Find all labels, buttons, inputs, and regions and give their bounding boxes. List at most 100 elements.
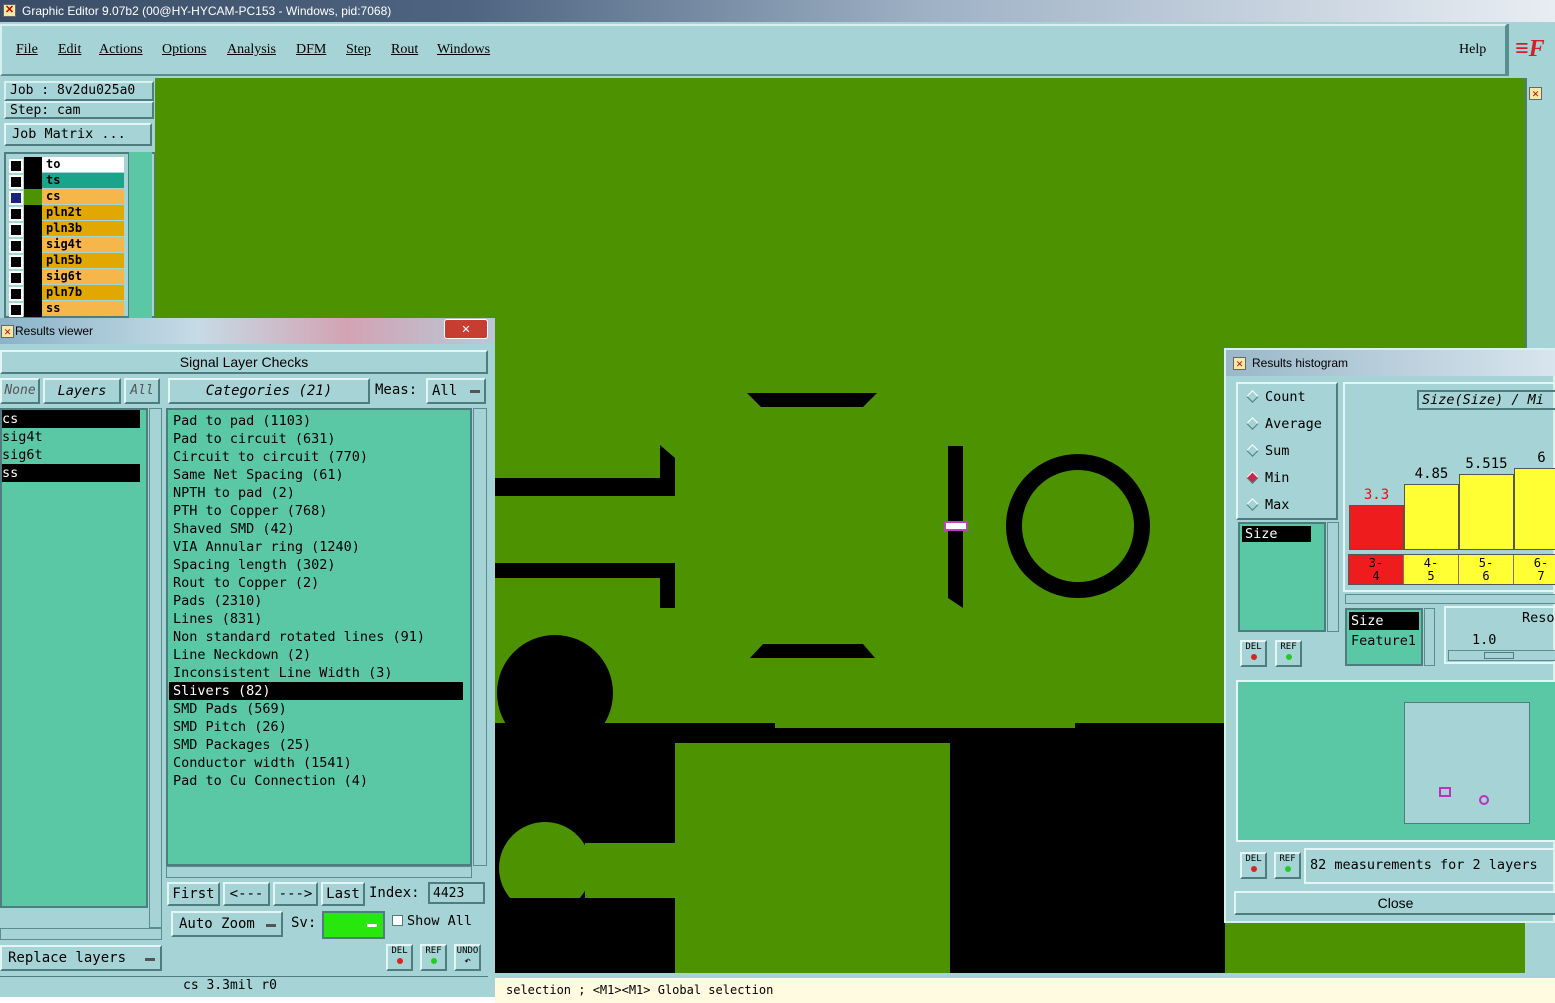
mode-radio-average[interactable]: Average	[1238, 411, 1336, 438]
layer-row[interactable]: pln3b	[6, 221, 124, 237]
meas-dropdown[interactable]: All	[426, 378, 486, 404]
preview-map[interactable]	[1404, 702, 1530, 824]
layer-checkbox[interactable]	[9, 303, 23, 317]
size-list-item[interactable]: Size	[1349, 612, 1419, 630]
slider-thumb[interactable]	[1484, 652, 1514, 659]
field-list-scrollbar[interactable]	[1327, 522, 1339, 632]
category-item[interactable]: SMD Pitch (26)	[169, 718, 463, 736]
category-item[interactable]: Conductor width (1541)	[169, 754, 463, 772]
ref-button[interactable]: REF	[420, 944, 447, 971]
next-button[interactable]: --->	[273, 882, 318, 906]
histogram-bar[interactable]	[1514, 468, 1555, 550]
bin-label[interactable]: 6- 7	[1514, 555, 1555, 584]
first-button[interactable]: First	[167, 882, 220, 906]
category-item[interactable]: Shaved SMD (42)	[169, 520, 463, 538]
chart-hscrollbar[interactable]	[1345, 594, 1555, 604]
mode-radio-min[interactable]: Min	[1238, 465, 1336, 492]
menu-help[interactable]: Help	[1459, 42, 1486, 58]
menu-edit[interactable]: Edit	[58, 42, 81, 58]
prev-button[interactable]: <---	[223, 882, 270, 906]
categories-hscrollbar[interactable]	[166, 866, 472, 878]
layer-checkbox[interactable]	[9, 255, 23, 269]
category-item[interactable]: Slivers (82)	[169, 682, 463, 700]
ref-button[interactable]: REF	[1275, 640, 1302, 667]
layer-checkbox[interactable]	[9, 271, 23, 285]
categories-button[interactable]: Categories (21)	[168, 378, 370, 404]
menu-file[interactable]: File	[16, 42, 38, 58]
layer-checkbox[interactable]	[9, 191, 23, 205]
layer-row[interactable]: to	[6, 157, 124, 173]
category-item[interactable]: SMD Packages (25)	[169, 736, 463, 754]
categories-list[interactable]: Pad to pad (1103) Pad to circuit (631) Cir…	[166, 408, 472, 866]
categories-scrollbar[interactable]	[473, 408, 487, 866]
bin-label[interactable]: 5- 6	[1459, 555, 1514, 584]
size-list-item[interactable]: Feature1	[1349, 632, 1419, 650]
mode-radio-sum[interactable]: Sum	[1238, 438, 1336, 465]
layer-result-item[interactable]: sig4t	[2, 428, 140, 446]
del-button[interactable]: DEL	[1240, 852, 1267, 879]
layer-row[interactable]: pln7b	[6, 285, 124, 301]
layer-checkbox[interactable]	[9, 287, 23, 301]
layer-checkbox[interactable]	[9, 207, 23, 221]
close-button[interactable]: ✕	[444, 319, 488, 339]
category-item[interactable]: NPTH to pad (2)	[169, 484, 463, 502]
none-button[interactable]: None	[0, 378, 40, 404]
size-feature-list[interactable]: Size Feature1	[1345, 608, 1423, 666]
layer-checkbox[interactable]	[9, 175, 23, 189]
category-item[interactable]: VIA Annular ring (1240)	[169, 538, 463, 556]
category-item[interactable]: Pad to Cu Connection (4)	[169, 772, 463, 790]
menu-analysis[interactable]: Analysis	[227, 42, 276, 58]
layer-list-scrollbar[interactable]	[149, 408, 162, 928]
category-item[interactable]: Line Neckdown (2)	[169, 646, 463, 664]
histogram-bar[interactable]	[1349, 505, 1404, 550]
category-item[interactable]: SMD Pads (569)	[169, 700, 463, 718]
category-item[interactable]: Lines (831)	[169, 610, 463, 628]
category-item[interactable]: Non standard rotated lines (91)	[169, 628, 463, 646]
resolution-slider[interactable]	[1448, 650, 1555, 661]
menu-dfm[interactable]: DFM	[296, 42, 326, 58]
histogram-bar[interactable]	[1459, 474, 1514, 550]
replace-layers-dropdown[interactable]: Replace layers	[0, 945, 162, 971]
sv-color-dropdown[interactable]	[322, 911, 385, 939]
layer-row[interactable]: ts	[6, 173, 124, 189]
layer-checkbox[interactable]	[9, 223, 23, 237]
category-item[interactable]: PTH to Copper (768)	[169, 502, 463, 520]
layer-row[interactable]: ss	[6, 301, 124, 317]
show-all-checkbox[interactable]	[392, 915, 403, 926]
category-item[interactable]: Pad to circuit (631)	[169, 430, 463, 448]
last-button[interactable]: Last	[321, 882, 365, 906]
layer-result-item[interactable]: sig6t	[2, 446, 140, 464]
mode-radio-max[interactable]: Max	[1238, 492, 1336, 519]
menu-actions[interactable]: Actions	[99, 42, 143, 58]
layer-row[interactable]: pln5b	[6, 253, 124, 269]
field-list[interactable]: Size	[1238, 522, 1326, 632]
layer-row[interactable]: sig6t	[6, 269, 124, 285]
category-item[interactable]: Inconsistent Line Width (3)	[169, 664, 463, 682]
layer-result-item[interactable]: cs	[2, 410, 140, 428]
close-button[interactable]: Close	[1234, 891, 1555, 915]
del-button[interactable]: DEL	[386, 944, 413, 971]
layers-button[interactable]: Layers	[43, 378, 121, 404]
layer-results-list[interactable]: cs sig4t sig6t ss	[0, 408, 148, 908]
histogram-bar[interactable]	[1404, 484, 1459, 550]
field-list-item[interactable]: Size	[1242, 526, 1311, 542]
layer-checkbox[interactable]	[9, 159, 23, 173]
bin-label[interactable]: 3- 4	[1349, 555, 1404, 584]
index-input[interactable]	[428, 882, 485, 904]
category-item[interactable]: Circuit to circuit (770)	[169, 448, 463, 466]
menu-rout[interactable]: Rout	[391, 42, 418, 58]
category-item[interactable]: Pads (2310)	[169, 592, 463, 610]
category-item[interactable]: Same Net Spacing (61)	[169, 466, 463, 484]
layer-row[interactable]: cs	[6, 189, 124, 205]
size-list-scrollbar[interactable]	[1424, 608, 1435, 666]
layer-list-hscrollbar[interactable]	[0, 928, 162, 940]
layer-row[interactable]: pln2t	[6, 205, 124, 221]
mode-radio-count[interactable]: Count	[1238, 384, 1336, 411]
layer-checkbox[interactable]	[9, 239, 23, 253]
category-item[interactable]: Rout to Copper (2)	[169, 574, 463, 592]
undo-button[interactable]: UNDO ↶	[454, 944, 481, 971]
layer-row[interactable]: sig4t	[6, 237, 124, 253]
close-icon[interactable]: ✕	[1529, 87, 1542, 100]
del-button[interactable]: DEL	[1240, 640, 1267, 667]
category-item[interactable]: Pad to pad (1103)	[169, 412, 463, 430]
